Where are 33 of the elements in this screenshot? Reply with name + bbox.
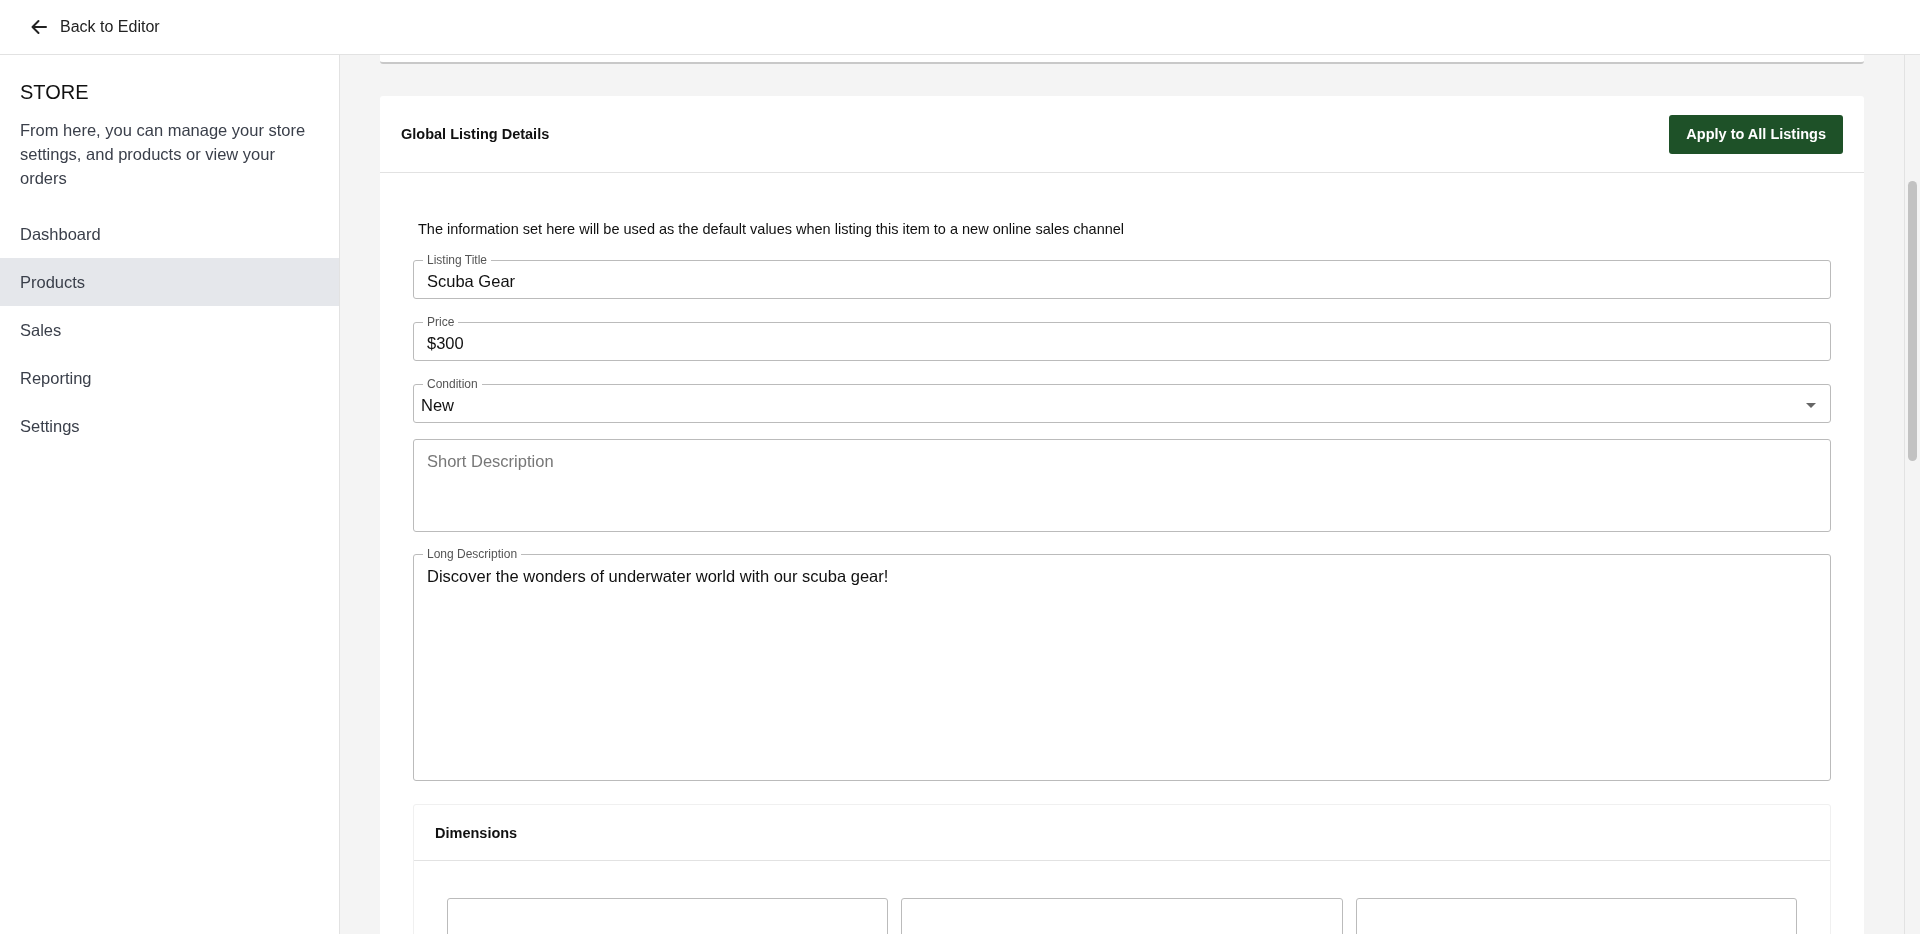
scroll-thumb[interactable] <box>1908 181 1917 461</box>
card-title: Global Listing Details <box>401 126 550 142</box>
field-label: Price <box>426 315 456 329</box>
card-title: Dimensions <box>435 824 518 841</box>
sidebar-item[interactable]: Products <box>0 258 339 306</box>
sidebar-item[interactable]: Sales <box>0 306 339 354</box>
field-label: Long Description <box>426 547 519 561</box>
text-area[interactable]: Short Description <box>413 439 1831 532</box>
input-field[interactable]: Price $300 <box>413 315 1831 361</box>
field-value: Scuba Gear <box>427 272 516 291</box>
sidebar-description: From here, you can manage your store settings, and products or view your orders <box>19 120 307 189</box>
sidebar-title: STORE <box>19 81 90 104</box>
intro-text: The information set here will be used as the default values when listing this item to a new online sales channel <box>418 221 1126 237</box>
input-field[interactable] <box>901 898 1343 934</box>
input-field[interactable] <box>1355 898 1797 934</box>
caret-icon <box>1806 403 1816 408</box>
apply-button[interactable]: Apply to All Listings <box>1669 114 1843 154</box>
input-field[interactable]: Listing Title Scuba Gear <box>413 253 1831 299</box>
back-arrow-icon <box>30 18 48 36</box>
field-value: Discover the wonders of underwater world with our scuba gear! <box>427 567 889 586</box>
select-field[interactable]: Condition New <box>413 377 1831 423</box>
field-label: Condition <box>426 377 479 391</box>
placeholder-text: Short Description <box>427 452 554 471</box>
input-field[interactable] <box>447 898 889 934</box>
back-button[interactable]: Back to Editor <box>26 14 164 40</box>
sidebar-item[interactable]: Settings <box>0 402 339 450</box>
field-label: Listing Title <box>426 253 489 267</box>
field-value: $300 <box>427 334 464 353</box>
sidebar-item[interactable]: Reporting <box>0 354 339 402</box>
text-area[interactable]: Long Description Discover the wonders of underwater world with our scuba gear! <box>413 547 1831 781</box>
scrollbar[interactable] <box>1904 55 1920 934</box>
field-value: New <box>421 396 454 415</box>
sidebar-item[interactable]: Dashboard <box>0 210 339 258</box>
